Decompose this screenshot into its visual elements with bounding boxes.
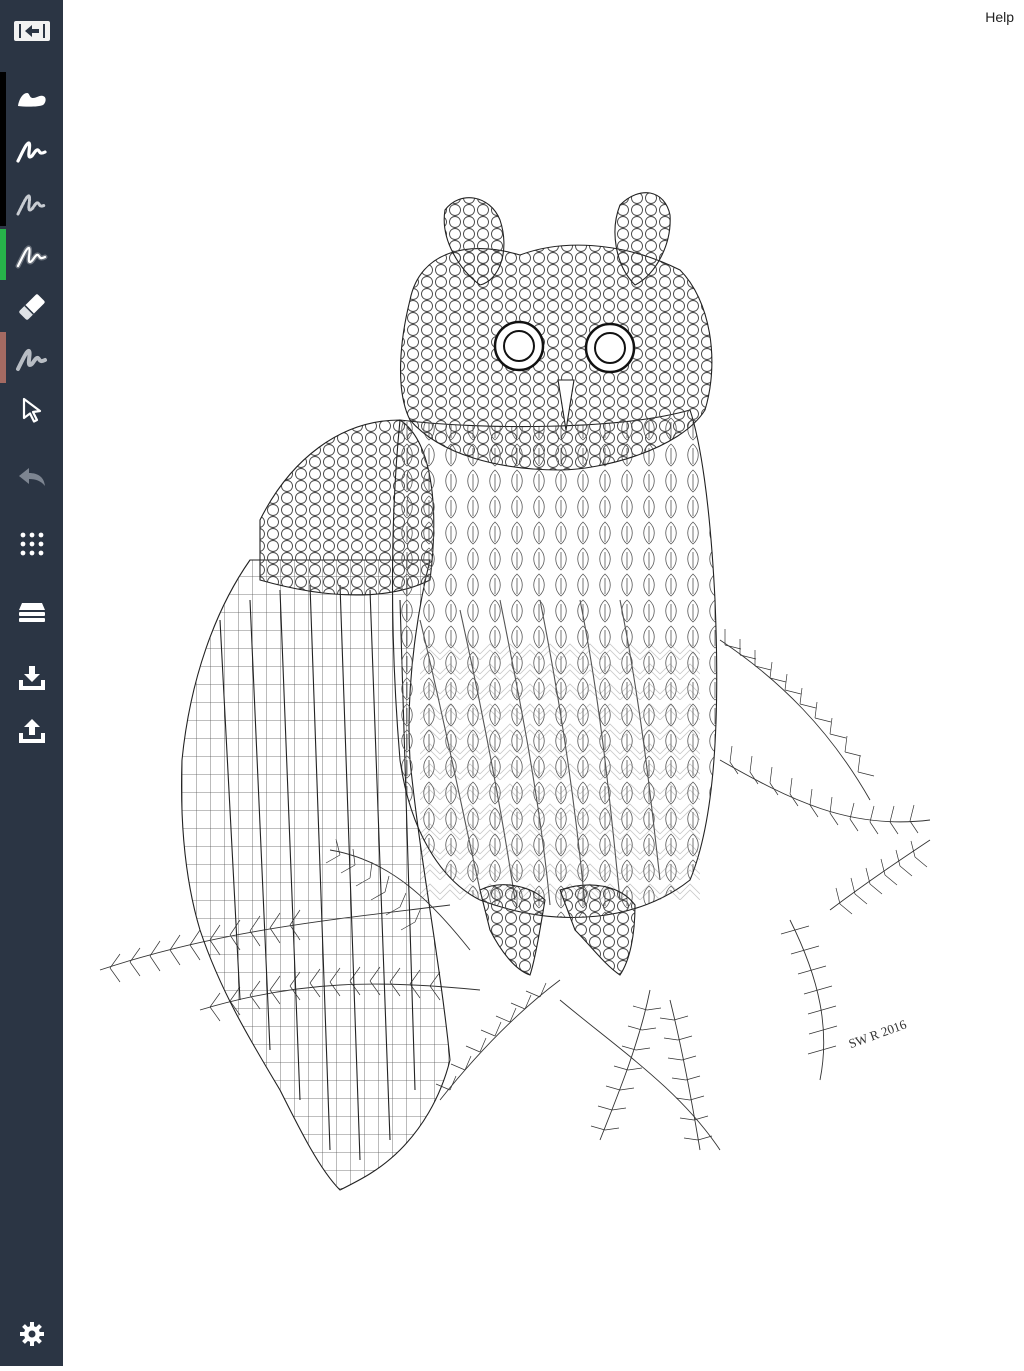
pencil-stroke-icon <box>16 194 46 216</box>
tool-sidebar <box>0 0 63 1366</box>
select-tool-button[interactable] <box>0 386 63 434</box>
airbrush-stroke-icon <box>15 245 47 269</box>
eraser-icon <box>18 294 45 320</box>
arrow-cursor-icon <box>22 397 41 423</box>
collapse-toolbar-button[interactable] <box>0 7 63 55</box>
settings-button[interactable] <box>0 1310 63 1358</box>
import-button[interactable] <box>0 654 63 702</box>
layers-button[interactable] <box>0 588 63 636</box>
palette-grid-button[interactable] <box>0 520 63 568</box>
owl-coloring-page: SW R 2016 <box>99 192 931 1191</box>
pen-stroke-icon <box>15 141 47 163</box>
drawing-canvas[interactable]: SW R 2016 <box>63 0 1024 1366</box>
undo-button[interactable] <box>0 454 63 502</box>
pen-tool-button[interactable] <box>0 127 63 175</box>
layers-icon <box>18 603 45 622</box>
panel-collapse-icon <box>13 21 50 41</box>
eraser-tool-button[interactable] <box>0 283 63 331</box>
brush-tool-button[interactable] <box>0 74 63 122</box>
grid-dots-icon <box>20 532 43 556</box>
smudge-stroke-icon <box>15 349 47 371</box>
gear-icon <box>19 1322 44 1346</box>
owl-body <box>391 409 718 918</box>
brush-stroke-icon <box>17 93 46 107</box>
owl-head <box>400 192 713 471</box>
artist-signature: SW R 2016 <box>846 1016 908 1051</box>
upload-tray-icon <box>18 719 45 743</box>
smudge-tool-button[interactable] <box>0 335 63 383</box>
undo-icon <box>18 468 45 486</box>
download-tray-icon <box>18 666 45 690</box>
export-button[interactable] <box>0 707 63 755</box>
pencil-tool-button[interactable] <box>0 180 63 228</box>
airbrush-tool-button[interactable] <box>0 232 63 280</box>
